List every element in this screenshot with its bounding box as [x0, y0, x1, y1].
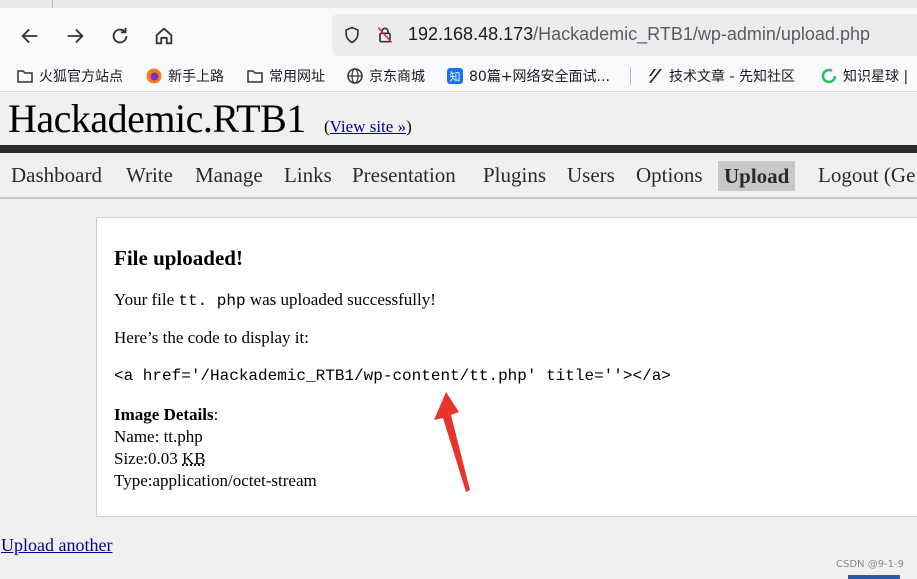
zhihu-icon: 知 [446, 67, 464, 85]
detail-name: Name: tt.php [114, 427, 203, 446]
bookmarks-divider [630, 67, 631, 85]
tab-separator [52, 0, 53, 8]
tab-strip [0, 0, 917, 8]
upload-result-panel: File uploaded! Your file tt. php was upl… [96, 217, 917, 517]
msg-prefix: Your file [114, 290, 175, 309]
view-site: (View site ») [324, 117, 412, 137]
firefox-icon [145, 67, 163, 85]
zsxq-icon [820, 67, 838, 85]
menu-dashboard[interactable]: Dashboard [11, 163, 102, 188]
forward-arrow-icon [67, 28, 84, 44]
back-arrow-icon [21, 28, 38, 44]
bookmark-label: 80篇+网络安全面试... [469, 69, 610, 85]
details-heading: Image Details: [114, 404, 317, 426]
bookmark-label: 技术文章 - 先知社区 [669, 69, 795, 85]
bookmark-item[interactable]: 技术文章 - 先知社区 [646, 66, 795, 86]
insecure-lock-icon[interactable] [375, 25, 395, 45]
size-prefix: Size:0.03 [114, 449, 182, 468]
url-host: 192.168.48.173 [408, 24, 534, 44]
paren-close: ) [406, 117, 412, 136]
reload-button[interactable] [106, 22, 134, 50]
embed-code: <a href='/Hackademic_RTB1/wp-content/tt.… [114, 367, 671, 385]
home-button[interactable] [150, 22, 178, 50]
bookmark-item[interactable]: 新手上路 [145, 66, 224, 86]
bookmark-label: 新手上路 [168, 69, 224, 85]
admin-menu: Dashboard Write Manage Links Presentatio… [0, 153, 917, 199]
bookmark-label: 常用网址 [269, 69, 325, 85]
upload-another-link[interactable]: Upload another [1, 535, 112, 556]
site-title: Hackademic.RTB1 [8, 96, 306, 141]
menu-options[interactable]: Options [636, 163, 703, 188]
bookmarks-bar: 火狐官方站点 新手上路 常用网址 京东商城 知 80篇+网络安全面试... 技术… [0, 60, 917, 92]
back-button[interactable] [16, 22, 44, 50]
cropped-element [848, 575, 900, 579]
menu-upload[interactable]: Upload [718, 161, 796, 191]
home-icon [155, 27, 173, 45]
menu-logout[interactable]: Logout (Ge [818, 163, 915, 188]
bookmark-label: 知识星球 | [843, 69, 909, 85]
menu-write[interactable]: Write [126, 163, 173, 188]
url-text[interactable]: 192.168.48.173/Hackademic_RTB1/wp-admin/… [408, 24, 870, 45]
header-divider-bar [0, 145, 917, 153]
bookmark-item[interactable]: 知识星球 | [820, 66, 908, 86]
folder-icon [246, 67, 264, 85]
url-bar[interactable]: 192.168.48.173/Hackademic_RTB1/wp-admin/… [332, 14, 917, 56]
watermark: CSDN @9-1-9 [836, 559, 904, 570]
view-site-link[interactable]: View site » [330, 117, 406, 136]
reload-icon [112, 27, 128, 44]
menu-presentation[interactable]: Presentation [352, 163, 456, 188]
size-unit: KB [182, 449, 206, 468]
details-colon: : [213, 405, 219, 424]
details-label: Image Details [114, 405, 214, 424]
bookmark-label: 火狐官方站点 [39, 69, 123, 85]
browser-toolbar: 192.168.48.173/Hackademic_RTB1/wp-admin/… [0, 8, 917, 60]
detail-type: Type:application/octet-stream [114, 471, 317, 490]
xianzhi-icon [646, 67, 664, 85]
image-details: Image Details: Name: tt.php Size:0.03 KB… [114, 404, 317, 492]
menu-users[interactable]: Users [567, 163, 615, 188]
svg-text:知: 知 [450, 70, 461, 84]
bookmark-item[interactable]: 知 80篇+网络安全面试... [446, 66, 610, 86]
url-path: /Hackademic_RTB1/wp-admin/upload.php [533, 24, 870, 44]
bookmark-item[interactable]: 京东商城 [346, 66, 425, 86]
bookmark-item[interactable]: 火狐官方站点 [16, 66, 123, 86]
wp-header: Hackademic.RTB1 (View site ») [0, 93, 917, 145]
menu-plugins[interactable]: Plugins [483, 163, 546, 188]
menu-manage[interactable]: Manage [195, 163, 263, 188]
globe-icon [346, 67, 364, 85]
bookmark-item[interactable]: 常用网址 [246, 66, 325, 86]
uploaded-filename: tt. php [178, 292, 246, 310]
shield-icon[interactable] [342, 25, 362, 45]
folder-icon [16, 67, 34, 85]
panel-heading: File uploaded! [114, 246, 243, 270]
forward-button[interactable] [61, 22, 89, 50]
code-intro: Here’s the code to display it: [114, 328, 309, 347]
menu-links[interactable]: Links [284, 163, 332, 188]
msg-suffix: was uploaded successfully! [249, 290, 436, 309]
detail-size: Size:0.03 KB [114, 448, 317, 470]
bookmark-label: 京东商城 [369, 69, 425, 85]
success-message: Your file tt. php was uploaded successfu… [114, 290, 436, 310]
